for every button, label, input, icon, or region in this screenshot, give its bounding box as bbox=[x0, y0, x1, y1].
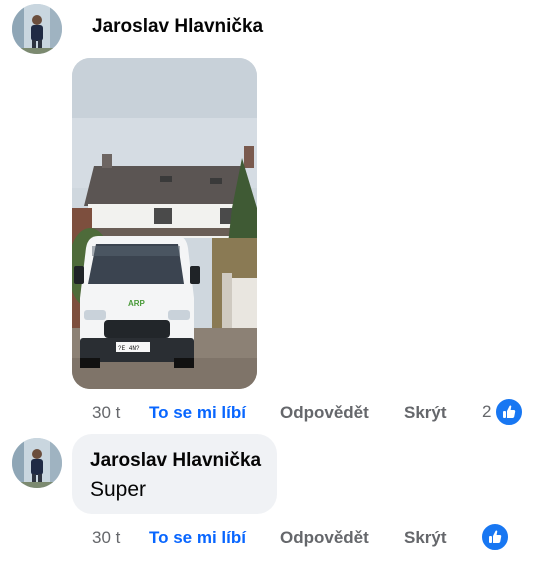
comment-actions: 30 t To se mi líbí Odpovědět Skrýt bbox=[92, 401, 447, 425]
author-avatar[interactable] bbox=[12, 438, 62, 488]
comment-author-name[interactable]: Jaroslav Hlavnička bbox=[90, 450, 261, 472]
hide-button[interactable]: Skrýt bbox=[404, 403, 447, 423]
comment-bubble: Jaroslav Hlavnička Super bbox=[72, 434, 277, 514]
hide-button[interactable]: Skrýt bbox=[404, 528, 447, 548]
reaction-count: 2 bbox=[482, 402, 492, 421]
photo-white-van-house: ARP ?E 4N? bbox=[72, 58, 257, 389]
comment-photo[interactable]: ARP ?E 4N? bbox=[72, 58, 257, 389]
svg-text:?E 4N?: ?E 4N? bbox=[118, 345, 140, 352]
comment-time[interactable]: 30 t bbox=[92, 528, 149, 548]
reaction-summary[interactable]: 2 bbox=[482, 397, 525, 427]
reply-button[interactable]: Odpovědět bbox=[280, 528, 369, 548]
comment-author-name[interactable]: Jaroslav Hlavnička bbox=[92, 16, 263, 38]
reply-button[interactable]: Odpovědět bbox=[280, 403, 369, 423]
reaction-button[interactable] bbox=[480, 522, 510, 552]
comment-actions: 30 t To se mi líbí Odpovědět Skrýt bbox=[92, 526, 447, 550]
thumbs-up-icon bbox=[494, 397, 525, 427]
comment-text: Super bbox=[90, 478, 147, 501]
author-avatar[interactable] bbox=[12, 4, 62, 54]
like-button[interactable]: To se mi líbí bbox=[149, 403, 246, 423]
comment-time[interactable]: 30 t bbox=[92, 403, 149, 423]
like-button[interactable]: To se mi líbí bbox=[149, 528, 246, 548]
thumbs-up-icon bbox=[480, 522, 510, 552]
svg-text:ARP: ARP bbox=[128, 299, 146, 308]
